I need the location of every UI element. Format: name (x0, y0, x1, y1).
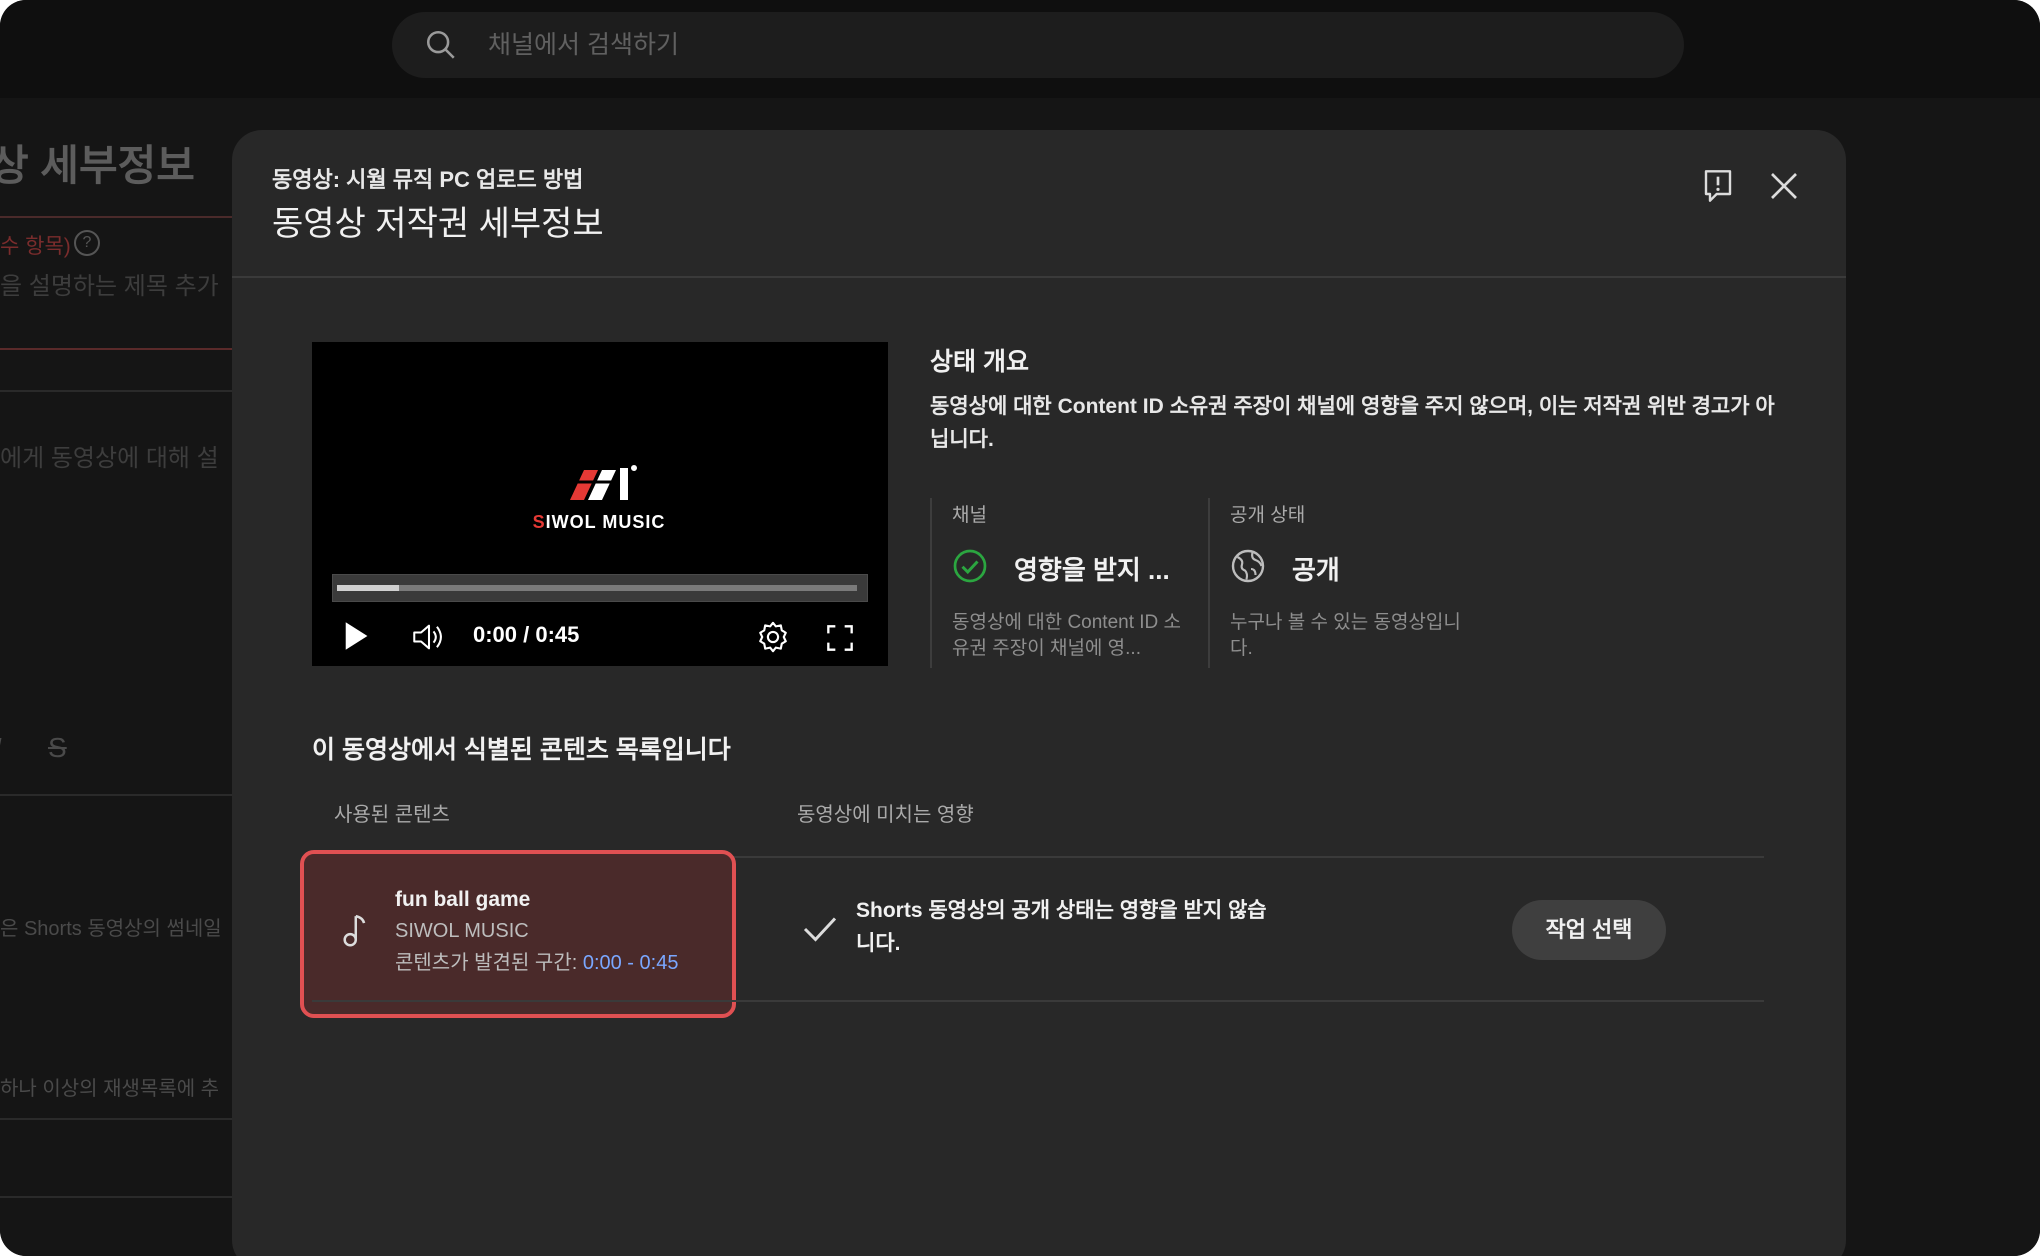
description-field[interactable]: 에게 동영상에 대해 설 (0, 438, 219, 473)
divider (0, 794, 240, 796)
background-page-title: 상 세부정보 (0, 142, 195, 189)
help-icon[interactable]: ? (74, 230, 100, 256)
table-row-divider (312, 1000, 1764, 1002)
dialog-subtitle: 동영상: 시월 뮤직 PC 업로드 방법 (272, 167, 584, 192)
divider (0, 1118, 240, 1120)
status-heading: 상태 개요 (930, 348, 1029, 376)
thumbnail-note: 은 Shorts 동영상의 썸네일 (0, 918, 222, 940)
search-placeholder: 채널에서 검색하기 (488, 31, 679, 59)
feedback-icon[interactable] (1702, 168, 1734, 204)
content-artist: SIWOL MUSIC (395, 920, 529, 942)
globe-icon (1231, 549, 1265, 583)
progress-fill (337, 585, 399, 591)
visibility-status-label: 공개 상태 (1230, 505, 1306, 526)
content-range: 콘텐츠가 발견된 구간: 0:00 - 0:45 (395, 946, 678, 975)
status-description: 동영상에 대한 Content ID 소유권 주장이 채널에 영향을 주지 않으… (930, 395, 1775, 451)
divider (0, 1196, 240, 1198)
select-action-button[interactable]: 작업 선택 (1512, 900, 1666, 960)
divider (0, 348, 240, 350)
fullscreen-icon[interactable] (826, 624, 854, 652)
divider (0, 390, 240, 392)
check-icon (803, 917, 837, 942)
content-range-label: 콘텐츠가 발견된 구간: (395, 952, 583, 974)
content-range-link[interactable]: 0:00 - 0:45 (583, 952, 679, 974)
brand-rest: IWOL MUSIC (545, 512, 666, 532)
play-icon[interactable] (342, 620, 370, 652)
visibility-status-note: 누구나 볼 수 있는 동영상입니다. (1230, 612, 1461, 659)
channel-logo: SIWOL MUSIC (524, 460, 674, 540)
dialog-header-divider (232, 276, 1846, 278)
top-bar: 채널에서 검색하기 (0, 0, 2040, 98)
visibility-status: 공개 상태 공개 누구나 볼 수 있는 동영상입니다. (1208, 498, 1470, 668)
channel-status-label: 채널 (952, 505, 987, 526)
title-field[interactable]: 을 설명하는 제목 추가 (0, 266, 219, 301)
channel-brand: SIWOL MUSIC (524, 512, 674, 533)
siwol-logo-icon (570, 465, 637, 500)
channel-status-value: 영향을 받지 ... (1014, 555, 1170, 585)
italic-button[interactable]: I (0, 732, 2, 764)
volume-icon[interactable] (412, 622, 446, 652)
search-input[interactable]: 채널에서 검색하기 (392, 12, 1684, 78)
dialog-title: 동영상 저작권 세부정보 (272, 205, 604, 243)
app-frame: 채널에서 검색하기 상 세부정보 수 항목) ? 을 설명하는 제목 추가 에게… (0, 0, 2040, 1256)
divider (0, 216, 240, 218)
content-list-heading: 이 동영상에서 식별된 콘텐츠 목록입니다 (312, 736, 731, 764)
column-header-impact: 동영상에 미치는 영향 (797, 804, 974, 826)
required-note: 수 항목) (0, 235, 71, 258)
strikethrough-button[interactable]: S (48, 732, 67, 764)
music-note-icon (343, 914, 366, 947)
check-circle-icon (953, 549, 987, 583)
channel-status: 채널 영향을 받지 ... 동영상에 대한 Content ID 소유권 주장이… (930, 498, 1208, 668)
video-progress-bar[interactable] (332, 574, 868, 602)
playlist-note: 하나 이상의 재생목록에 추 (0, 1078, 220, 1100)
close-icon[interactable] (1768, 170, 1800, 202)
video-time: 0:00 / 0:45 (473, 622, 580, 647)
channel-status-note: 동영상에 대한 Content ID 소유권 주장이 채널에 영... (952, 612, 1182, 659)
column-header-content: 사용된 콘텐츠 (334, 804, 450, 826)
visibility-status-value: 공개 (1292, 555, 1340, 585)
search-icon (426, 30, 455, 59)
progress-buffer (337, 585, 857, 591)
content-impact: Shorts 동영상의 공개 상태는 영향을 받지 않습니다. (856, 899, 1267, 955)
settings-icon[interactable] (756, 620, 790, 654)
brand-initial: S (532, 512, 546, 532)
copyright-details-dialog: 동영상: 시월 뮤직 PC 업로드 방법 동영상 저작권 세부정보 SIWOL … (232, 130, 1846, 1256)
content-title: fun ball game (395, 888, 531, 911)
video-player[interactable]: SIWOL MUSIC 0:00 / 0:45 (312, 342, 888, 666)
